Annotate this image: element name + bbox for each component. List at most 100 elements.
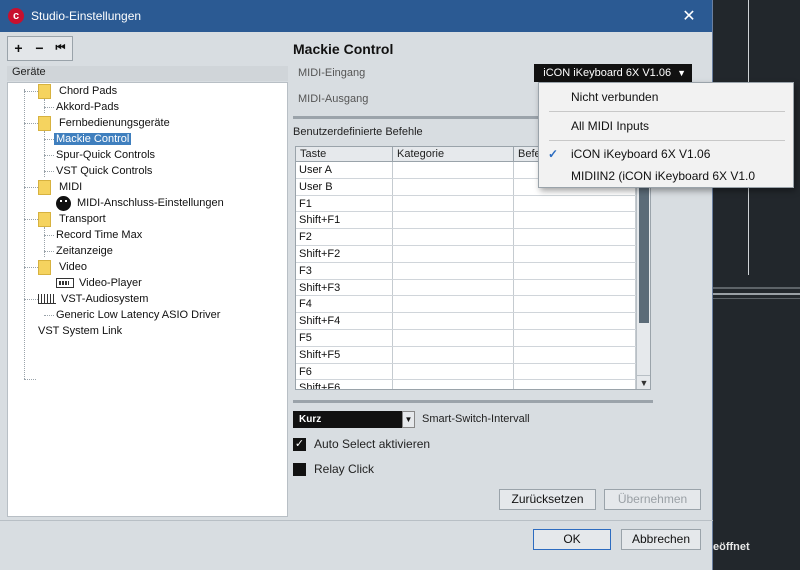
tree-item-label: Generic Low Latency ASIO Driver [56, 309, 221, 321]
category-cell[interactable] [393, 363, 514, 380]
menu-item-icon-ikeyboard[interactable]: ✓ iCON iKeyboard 6X V1.06 [539, 143, 793, 165]
cancel-button[interactable]: Abbrechen [621, 529, 701, 550]
command-cell[interactable] [514, 329, 636, 346]
table-row[interactable]: F5 [296, 329, 650, 347]
tree-connector [44, 155, 54, 156]
tree-item-label: VST System Link [38, 325, 123, 337]
column-header-taste[interactable]: Taste [296, 147, 393, 161]
category-cell[interactable] [393, 229, 514, 245]
key-cell: Shift+F1 [296, 212, 393, 229]
add-device-button[interactable]: + [8, 37, 29, 60]
column-header-kategorie[interactable]: Kategorie [393, 147, 514, 161]
menu-item-label: Nicht verbunden [571, 90, 659, 104]
tree-connector [24, 379, 36, 380]
reset-button[interactable]: Zurücksetzen [499, 489, 596, 510]
title-bar[interactable]: c Studio-Einstellungen ✕ [0, 0, 712, 32]
menu-item-all-midi-inputs[interactable]: All MIDI Inputs [539, 115, 793, 137]
scroll-down-icon[interactable]: ▼ [637, 375, 650, 389]
menu-item-midiin2[interactable]: MIDIIN2 (iCON iKeyboard 6X V1.0 [539, 165, 793, 187]
command-cell[interactable] [514, 363, 636, 380]
command-cell[interactable] [514, 245, 636, 262]
tree-item-akkord-pads[interactable]: Akkord-Pads [54, 99, 121, 115]
tree-item-asio-driver[interactable]: Generic Low Latency ASIO Driver [54, 307, 222, 323]
apply-button[interactable]: Übernehmen [604, 489, 701, 510]
folder-icon [38, 179, 51, 195]
smart-switch-select[interactable]: Kurz ▼ [293, 411, 415, 428]
command-cell[interactable] [514, 195, 636, 212]
relay-click-label: Relay Click [314, 462, 375, 476]
category-cell[interactable] [393, 178, 514, 195]
category-cell[interactable] [393, 296, 514, 313]
category-cell[interactable] [393, 279, 514, 296]
table-row[interactable]: Shift+F3 [296, 279, 650, 297]
category-cell[interactable] [393, 245, 514, 262]
table-row[interactable]: F2 [296, 229, 650, 246]
category-cell[interactable] [393, 380, 514, 389]
table-row[interactable]: Shift+F2 [296, 245, 650, 263]
tree-item-chord-pads[interactable]: Chord Pads [38, 83, 119, 99]
category-cell[interactable] [393, 313, 514, 329]
table-row[interactable]: F3 [296, 262, 650, 280]
tree-connector [24, 299, 38, 300]
close-icon[interactable]: ✕ [666, 6, 712, 26]
table-row[interactable]: Shift+F5 [296, 346, 650, 364]
key-cell: Shift+F5 [296, 346, 393, 363]
category-cell[interactable] [393, 262, 514, 279]
menu-item-not-connected[interactable]: Nicht verbunden [539, 86, 793, 108]
reset-device-button[interactable]: ⏮ [50, 37, 71, 60]
tree-item-vst-quick-controls[interactable]: VST Quick Controls [54, 163, 154, 179]
background-track-line [713, 293, 800, 295]
command-cell[interactable] [514, 262, 636, 279]
relay-click-option[interactable]: Relay Click [293, 462, 374, 476]
command-cell[interactable] [514, 296, 636, 313]
background-track-line [713, 287, 800, 289]
tree-item-fernbedienungsgeraete[interactable]: Fernbedienungsgeräte [38, 115, 172, 131]
key-cell: User A [296, 162, 393, 178]
folder-icon [38, 83, 51, 99]
tree-item-video-player[interactable]: Video-Player [56, 275, 144, 291]
remove-device-button[interactable]: − [29, 37, 50, 60]
tree-item-record-time-max[interactable]: Record Time Max [54, 227, 144, 243]
tree-item-midi[interactable]: MIDI [38, 179, 84, 195]
table-row[interactable]: Shift+F6 [296, 380, 650, 389]
tree-item-vst-system-link[interactable]: VST System Link [36, 323, 124, 339]
key-cell: Shift+F3 [296, 279, 393, 296]
tree-item-spur-quick-controls[interactable]: Spur-Quick Controls [54, 147, 157, 163]
table-row[interactable]: F1 [296, 195, 650, 213]
command-cell[interactable] [514, 229, 636, 245]
auto-select-checkbox[interactable]: ✓ [293, 437, 306, 451]
command-cell[interactable] [514, 212, 636, 229]
tree-item-mackie-control[interactable]: Mackie Control [54, 131, 132, 147]
category-cell[interactable] [393, 329, 514, 346]
tree-item-label: VST Quick Controls [56, 165, 153, 177]
category-cell[interactable] [393, 162, 514, 178]
tree-item-label: Chord Pads [59, 85, 118, 97]
midi-input-label: MIDI-Eingang [298, 67, 366, 79]
tree-item-video[interactable]: Video [38, 259, 89, 275]
midi-input-select[interactable]: iCON iKeyboard 6X V1.06 ▼ [534, 64, 692, 82]
table-row[interactable]: F4 [296, 296, 650, 314]
chevron-down-icon: ▼ [677, 68, 686, 78]
tree-item-transport[interactable]: Transport [38, 211, 108, 227]
folder-icon [38, 211, 51, 227]
command-cell[interactable] [514, 279, 636, 296]
menu-separator [549, 111, 785, 112]
category-cell[interactable] [393, 346, 514, 363]
tree-item-label: Record Time Max [56, 229, 143, 241]
tree-item-zeitanzeige[interactable]: Zeitanzeige [54, 243, 115, 259]
tree-item-label: Zeitanzeige [56, 245, 113, 257]
tree-connector [24, 123, 38, 124]
auto-select-option[interactable]: ✓ Auto Select aktivieren [293, 437, 430, 451]
relay-click-checkbox[interactable] [293, 462, 306, 476]
category-cell[interactable] [393, 212, 514, 229]
ok-button[interactable]: OK [533, 529, 611, 550]
category-cell[interactable] [393, 195, 514, 212]
table-row[interactable]: Shift+F1 [296, 212, 650, 230]
tree-item-midi-anschluss[interactable]: MIDI-Anschluss-Einstellungen [56, 195, 226, 211]
table-row[interactable]: F6 [296, 363, 650, 381]
command-cell[interactable] [514, 346, 636, 363]
tree-item-vst-audiosystem[interactable]: VST-Audiosystem [38, 291, 150, 307]
command-cell[interactable] [514, 380, 636, 389]
table-row[interactable]: Shift+F4 [296, 313, 650, 330]
command-cell[interactable] [514, 313, 636, 329]
